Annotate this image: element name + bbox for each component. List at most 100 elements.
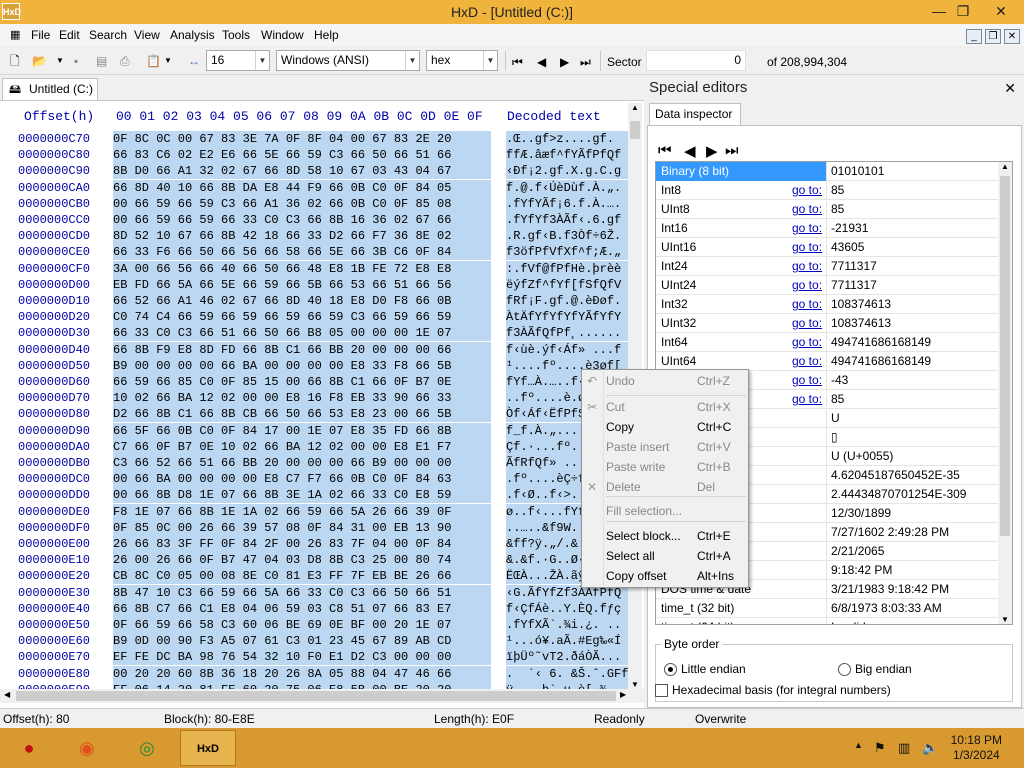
hex-row[interactable]: 0000000DE0 F8 1E 07 66 8B 1E 1A 02 66 59 … (0, 503, 640, 520)
goto-link[interactable]: go to: (792, 276, 822, 294)
inspector-value[interactable]: 6/8/1973 8:03:33 AM (831, 599, 942, 617)
close-button[interactable]: ✕ (984, 0, 1018, 22)
row-decoded-text[interactable]: .fYfYÃf¡6.f.À.…. (506, 195, 628, 212)
chrome-icon[interactable]: ◎ (120, 730, 174, 766)
hex-row[interactable]: 0000000D20 C0 74 C4 66 59 66 59 66 59 66 … (0, 309, 640, 326)
hxd-taskbar-icon[interactable]: HxD (180, 730, 236, 766)
hex-row[interactable]: 0000000E50 0F 66 59 66 58 C3 60 06 BE 69 … (0, 617, 640, 633)
context-menu-item-delete[interactable]: ✕ Delete Del (582, 477, 748, 497)
clock[interactable]: 10:18 PM 1/3/2024 (951, 733, 1002, 763)
row-hex-bytes[interactable]: 66 33 F6 66 50 66 56 66 58 66 5E 66 3B C… (113, 244, 491, 261)
hex-row[interactable]: 0000000C80 66 83 C6 02 E2 E6 66 5E 66 59 … (0, 147, 640, 164)
hex-row[interactable]: 0000000D00 EB FD 66 5A 66 5E 66 59 66 5B … (0, 276, 640, 293)
goto-link[interactable]: go to: (792, 219, 822, 237)
row-hex-bytes[interactable]: D2 66 8B C1 66 8B CB 66 50 66 53 E8 23 0… (113, 406, 491, 423)
scroll-up-icon[interactable]: ▲ (1001, 162, 1009, 171)
row-hex-bytes[interactable]: 10 02 66 BA 12 02 00 00 E8 16 F8 EB 33 9… (113, 390, 491, 407)
context-menu-item-undo[interactable]: ↶ Undo Ctrl+Z (582, 371, 748, 391)
mdi-minimize-icon[interactable]: _ (966, 29, 982, 44)
inspector-value[interactable]: U (831, 409, 840, 427)
menu-analysis[interactable]: Analysis (170, 28, 215, 42)
sector-input[interactable]: 0 (646, 50, 746, 71)
row-decoded-text[interactable]: ffÆ.âæf^fYÃfPfQf (506, 147, 628, 164)
row-hex-bytes[interactable]: CB 8C C0 05 00 08 8E C0 81 E3 FF 7F EB B… (113, 568, 491, 585)
open-folder-icon[interactable]: 📂 (32, 52, 47, 70)
base-select[interactable]: hex ▼ (426, 50, 498, 71)
inspector-value[interactable]: 108374613 (831, 295, 891, 313)
row-decoded-text[interactable]: .Œ..gf>z....gf. (506, 131, 628, 147)
maximize-button[interactable]: ❐ (946, 0, 980, 22)
context-menu-item-copy-offset[interactable]: Copy offset Alt+Ins (582, 566, 748, 586)
row-hex-bytes[interactable]: B9 00 00 00 00 66 BA 00 00 00 00 E8 33 F… (113, 357, 491, 374)
hex-row[interactable]: 0000000E60 B9 0D 00 90 F3 A5 07 61 C3 01 … (0, 633, 640, 650)
row-decoded-text[interactable]: f.@.f‹ÚèDùf.À.„. (506, 179, 628, 196)
previous-icon[interactable]: ◀ (684, 142, 696, 160)
scroll-down-icon[interactable]: ▼ (1001, 615, 1009, 624)
next-icon[interactable]: ▶ (706, 142, 718, 160)
close-icon[interactable]: ✕ (1004, 80, 1016, 97)
row-decoded-text[interactable]: f‹ÇfÁè..Y.ÈQ.fƒç (506, 600, 628, 617)
hex-row[interactable]: 0000000DD0 00 66 8B D8 1E 07 66 8B 3E 1A … (0, 487, 640, 504)
bytes-per-row-select[interactable]: 16 ▼ (206, 50, 270, 71)
hex-row[interactable]: 0000000CB0 00 66 59 66 59 C3 66 A1 36 02 … (0, 195, 640, 212)
next-sector-icon[interactable]: ▶ (560, 53, 569, 71)
scroll-right-icon[interactable]: ▶ (620, 690, 626, 699)
inspector-row[interactable]: Int24 go to: 7711317 (656, 257, 1000, 276)
context-menu-item-select-all[interactable]: Select all Ctrl+A (582, 546, 748, 566)
row-decoded-text[interactable]: . `‹ 6. &Š.ˆ.GFf (506, 665, 628, 682)
row-hex-bytes[interactable]: 00 66 59 66 59 C3 66 A1 36 02 66 0B C0 0… (113, 195, 491, 212)
hex-row[interactable]: 0000000DB0 C3 66 52 66 51 66 BB 20 00 00 … (0, 455, 640, 471)
context-menu-item-select-block[interactable]: Select block... Ctrl+E (582, 526, 748, 546)
last-sector-icon[interactable]: ⏭ (580, 53, 591, 71)
hex-row[interactable]: 0000000CD0 8D 52 10 67 66 8B 42 18 66 33 … (0, 228, 640, 245)
row-hex-bytes[interactable]: 0F 66 59 66 58 C3 60 06 BE 69 0E BF 00 2… (113, 617, 491, 633)
first-sector-icon[interactable]: ⏮ (512, 53, 523, 71)
row-hex-bytes[interactable]: EB FD 66 5A 66 5E 66 59 66 5B 66 53 66 5… (113, 276, 491, 293)
network-icon[interactable]: ▥ (898, 740, 910, 756)
mdi-restore-icon[interactable]: ❐ (985, 29, 1001, 44)
hex-horizontal-scrollbar[interactable]: ◀ ▶ (0, 689, 644, 703)
inspector-value[interactable]: 85 (831, 200, 844, 218)
hex-row[interactable]: 0000000CF0 3A 00 66 56 66 40 66 50 66 48 … (0, 260, 640, 277)
document-icon[interactable]: ▦ (10, 28, 20, 41)
save-icon[interactable]: ▪ (74, 52, 78, 70)
hex-row[interactable]: 0000000C90 8B D0 66 A1 32 02 67 66 8D 58 … (0, 163, 640, 180)
hex-row[interactable]: 0000000D30 66 33 C0 C3 66 51 66 50 66 B8 … (0, 325, 640, 342)
row-decoded-text[interactable]: :.fVf@fPfHè.þrèè (506, 260, 628, 277)
goto-link[interactable]: go to: (792, 333, 822, 351)
menu-window[interactable]: Window (261, 28, 304, 42)
row-hex-bytes[interactable]: 00 66 BA 00 00 00 00 E8 C7 F7 66 0B C0 0… (113, 471, 491, 488)
hex-row[interactable]: 0000000D90 66 5F 66 0B C0 0F 84 17 00 1E … (0, 422, 640, 439)
row-decoded-text[interactable]: f‹ùè.ýf‹Áf» ...f (506, 341, 628, 358)
inspector-row[interactable]: UInt32 go to: 108374613 (656, 314, 1000, 333)
row-decoded-text[interactable]: ëýfZf^fYf[fSfQfV (506, 276, 628, 293)
hex-row[interactable]: 0000000E10 26 00 26 66 0F B7 47 04 03 D8 … (0, 552, 640, 569)
goto-link[interactable]: go to: (792, 257, 822, 275)
row-decoded-text[interactable]: ïþÜº˜vT2.ðáÒÃ... (506, 649, 628, 666)
row-hex-bytes[interactable]: 66 5F 66 0B C0 0F 84 17 00 1E 07 E8 35 F… (113, 422, 491, 439)
hex-row[interactable]: 0000000DF0 0F 85 0C 00 26 66 39 57 08 0F … (0, 519, 640, 536)
hex-row[interactable]: 0000000D80 D2 66 8B C1 66 8B CB 66 50 66 … (0, 406, 640, 423)
tab-data-inspector[interactable]: Data inspector (649, 103, 741, 125)
inspector-value[interactable]: 9:18:42 PM (831, 561, 892, 579)
row-hex-bytes[interactable]: 66 59 66 85 C0 0F 85 15 00 66 8B C1 66 0… (113, 374, 491, 390)
inspector-row[interactable]: Int64 go to: 494741686168149 (656, 333, 1000, 352)
row-decoded-text[interactable]: fRf¡F.gf.@.èÐøf. (506, 293, 628, 309)
inspector-value[interactable]: Invalid (831, 618, 866, 624)
goto-link[interactable]: go to: (792, 238, 822, 256)
inspector-value[interactable]: 2/21/2065 (831, 542, 884, 560)
big-endian-label[interactable]: Big endian (855, 662, 912, 676)
save-all-icon[interactable]: ▤ (96, 52, 107, 70)
menu-edit[interactable]: Edit (59, 28, 80, 42)
row-hex-bytes[interactable]: 26 66 83 3F FF 0F 84 2F 00 26 83 7F 04 0… (113, 536, 491, 552)
hex-row[interactable]: 0000000D50 B9 00 00 00 00 66 BA 00 00 00 … (0, 357, 640, 374)
big-endian-radio[interactable] (838, 663, 851, 676)
row-hex-bytes[interactable]: 3A 00 66 56 66 40 66 50 66 48 E8 1B FE 7… (113, 260, 491, 277)
inspector-row[interactable]: UInt8 go to: 85 (656, 200, 1000, 219)
row-hex-bytes[interactable]: C7 66 0F B7 0E 10 02 66 BA 12 02 00 00 E… (113, 438, 491, 455)
row-hex-bytes[interactable]: 66 8B C7 66 C1 E8 04 06 59 03 C8 51 07 6… (113, 600, 491, 617)
inspector-value[interactable]: 4.62045187650452E-35 (831, 466, 960, 484)
menu-tools[interactable]: Tools (222, 28, 250, 42)
inspector-value[interactable]: 85 (831, 181, 844, 199)
context-menu-item-cut[interactable]: ✂ Cut Ctrl+X (582, 397, 748, 417)
